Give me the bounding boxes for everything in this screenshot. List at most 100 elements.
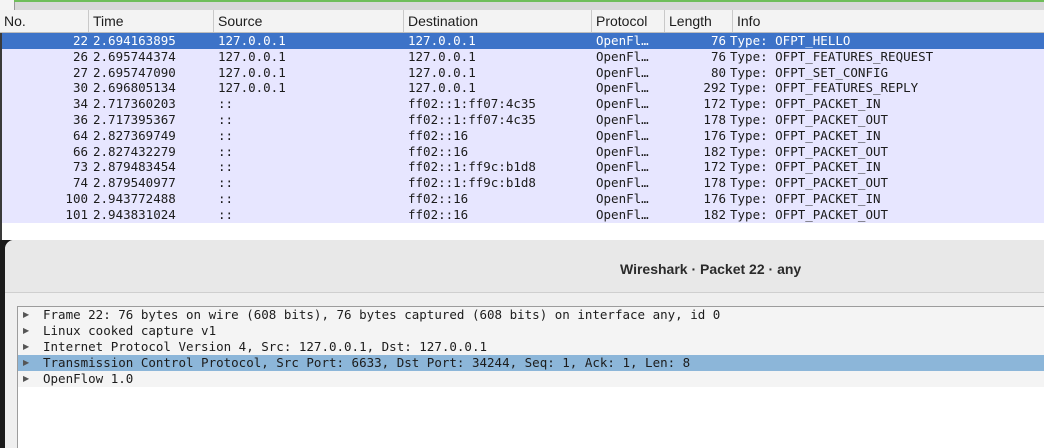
packet-info: Type: OFPT_PACKET_OUT	[730, 111, 889, 127]
expand-arrow-icon[interactable]: ▶	[23, 307, 29, 323]
packet-source: 127.0.0.1	[218, 80, 286, 96]
dialog-title: Wireshark · Packet 22 · any	[620, 261, 802, 277]
packet-no: 22	[72, 33, 88, 48]
column-header-no[interactable]: No.	[0, 10, 93, 32]
packet-protocol: OpenFl…	[596, 206, 649, 222]
packet-source: 127.0.0.1	[218, 64, 286, 80]
packet-row[interactable]: 100 2.943772488:: ff02::16 OpenFl… 176 Type: …	[0, 190, 1044, 207]
packet-row[interactable]: 73 2.879483454:: ff02::1:ff9c:b1d8 OpenFl… 1…	[0, 159, 1044, 176]
packet-time: 2.943831024	[93, 206, 176, 222]
tree-node-label: OpenFlow 1.0	[43, 371, 134, 386]
packet-info: Type: OFPT_FEATURES_REQUEST	[730, 48, 934, 64]
tree-node-label: Transmission Control Protocol, Src Port:…	[43, 355, 691, 370]
packet-source: ::	[218, 159, 234, 175]
packet-length: 176	[703, 127, 726, 143]
expand-arrow-icon[interactable]: ▶	[23, 355, 29, 371]
packet-destination: ff02::16	[408, 127, 469, 143]
packet-no: 73	[72, 159, 88, 175]
packet-protocol: OpenFl…	[596, 96, 649, 112]
packet-row[interactable]: 22 2.694163895 127.0.0.1 127.0.0.1 OpenFl… 76…	[0, 33, 1044, 49]
packet-row[interactable]: 27 2.695747090 127.0.0.1 127.0.0.1 OpenFl… 80…	[0, 64, 1044, 81]
packet-source: ::	[218, 143, 234, 159]
packet-row[interactable]: 64 2.827369749:: ff02::16 OpenFl… 176 Type: O…	[0, 127, 1044, 144]
packet-destination: ff02::1:ff9c:b1d8	[408, 175, 536, 191]
tree-node-label: Frame 22: 76 bytes on wire (608 bits), 7…	[43, 307, 721, 322]
packet-time: 2.695744374	[93, 48, 176, 64]
packet-destination: ff02::1:ff9c:b1d8	[408, 159, 536, 175]
packet-time: 2.879540977	[93, 175, 176, 191]
packet-row[interactable]: 74 2.879540977:: ff02::1:ff9c:b1d8 OpenFl… 1…	[0, 175, 1044, 191]
filter-valid-indicator	[14, 0, 1044, 2]
packet-length: 182	[703, 206, 726, 222]
packet-length: 176	[703, 190, 726, 206]
packet-protocol: OpenFl…	[596, 64, 649, 80]
packet-protocol: OpenFl…	[596, 175, 649, 191]
expand-arrow-icon[interactable]: ▶	[23, 371, 29, 387]
packet-info: Type: OFPT_PACKET_IN	[730, 159, 881, 175]
tree-node[interactable]: ▶ Transmission Control Protocol, Src Port…	[18, 355, 1044, 371]
packet-length: 76	[710, 48, 726, 64]
packet-protocol: OpenFl…	[596, 80, 649, 96]
packet-destination: 127.0.0.1	[408, 80, 476, 96]
packet-no: 26	[72, 48, 88, 64]
packet-destination: 127.0.0.1	[408, 64, 476, 80]
packet-source: ::	[218, 96, 234, 112]
packet-no: 34	[72, 96, 88, 112]
packet-source: ::	[218, 111, 234, 127]
packet-dialog: Wireshark · Packet 22 · any ▶ Frame 22: 7…	[5, 240, 1044, 448]
packet-info: Type: OFPT_HELLO	[730, 33, 851, 48]
packet-no: 64	[72, 127, 88, 143]
column-header-source[interactable]: Source	[213, 10, 403, 32]
packet-source: ::	[218, 190, 234, 206]
tree-node[interactable]: ▶ Linux cooked capture v1	[18, 323, 1044, 339]
packet-time: 2.696805134	[93, 80, 176, 96]
tree-node[interactable]: ▶ OpenFlow 1.0	[18, 371, 1044, 387]
packet-time: 2.827369749	[93, 127, 176, 143]
packet-info: Type: OFPT_PACKET_OUT	[730, 175, 889, 191]
dialog-titlebar[interactable]: Wireshark · Packet 22 · any	[5, 240, 1044, 293]
packet-destination: ff02::16	[408, 206, 469, 222]
packet-time: 2.694163895	[93, 33, 176, 48]
packet-no: 30	[72, 80, 88, 96]
column-header-length[interactable]: Length	[664, 10, 732, 32]
packet-row[interactable]: 66 2.827432279:: ff02::16 OpenFl… 182 Type: O…	[0, 143, 1044, 160]
packet-protocol: OpenFl…	[596, 143, 649, 159]
packet-row[interactable]: 26 2.695744374 127.0.0.1 127.0.0.1 OpenFl… 76…	[0, 48, 1044, 65]
packet-source: ::	[218, 175, 234, 191]
packet-destination: ff02::16	[408, 143, 469, 159]
packet-no: 27	[72, 64, 88, 80]
packet-info: Type: OFPT_PACKET_OUT	[730, 143, 889, 159]
expand-arrow-icon[interactable]: ▶	[23, 323, 29, 339]
packet-protocol: OpenFl…	[596, 111, 649, 127]
tree-node[interactable]: ▶ Frame 22: 76 bytes on wire (608 bits), …	[18, 307, 1044, 323]
packet-row[interactable]: 30 2.696805134 127.0.0.1 127.0.0.1 OpenFl… 29…	[0, 80, 1044, 97]
packet-info: Type: OFPT_PACKET_IN	[730, 96, 881, 112]
packet-source: 127.0.0.1	[218, 48, 286, 64]
tree-node[interactable]: ▶ Internet Protocol Version 4, Src: 127.0…	[18, 339, 1044, 355]
column-header-info[interactable]: Info	[732, 10, 1044, 32]
packet-destination: ff02::1:ff07:4c35	[408, 96, 536, 112]
packet-no: 36	[72, 111, 88, 127]
packet-length: 76	[710, 33, 726, 48]
packet-destination: ff02::16	[408, 190, 469, 206]
column-header-protocol[interactable]: Protocol	[591, 10, 664, 32]
packet-no: 66	[72, 143, 88, 159]
packet-length: 292	[703, 80, 726, 96]
packet-destination: ff02::1:ff07:4c35	[408, 111, 536, 127]
packet-time: 2.717360203	[93, 96, 176, 112]
packet-time: 2.943772488	[93, 190, 176, 206]
packet-time: 2.695747090	[93, 64, 176, 80]
packet-list-header: No. Time Source Destination Protocol Len…	[0, 10, 1044, 33]
packet-row[interactable]: 36 2.717395367:: ff02::1:ff07:4c35 OpenFl… 1…	[0, 111, 1044, 128]
packet-row[interactable]: 101 2.943831024:: ff02::16 OpenFl… 182 Type: …	[0, 206, 1044, 223]
packet-protocol: OpenFl…	[596, 33, 649, 48]
packet-info: Type: OFPT_PACKET_IN	[730, 190, 881, 206]
column-header-destination[interactable]: Destination	[403, 10, 591, 32]
toolbar-edge	[0, 0, 15, 10]
packet-row[interactable]: 34 2.717360203:: ff02::1:ff07:4c35 OpenFl… 1…	[0, 96, 1044, 112]
packet-list-pane[interactable]: No. Time Source Destination Protocol Len…	[0, 0, 1044, 240]
column-header-time[interactable]: Time	[88, 10, 213, 32]
packet-info: Type: OFPT_SET_CONFIG	[730, 64, 889, 80]
packet-source: ::	[218, 206, 234, 222]
expand-arrow-icon[interactable]: ▶	[23, 339, 29, 355]
